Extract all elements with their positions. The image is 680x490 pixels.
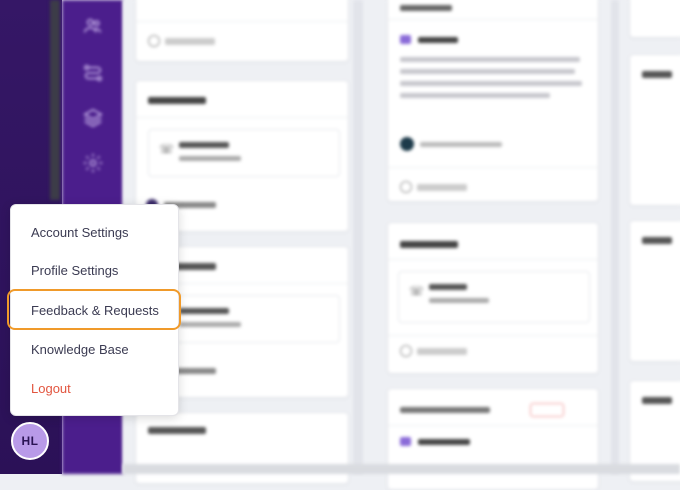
column-divider (611, 0, 619, 474)
conversation-board: ☏ ☏ (123, 0, 680, 490)
gear-icon[interactable] (80, 150, 106, 176)
account-settings-item[interactable]: Account Settings (31, 225, 129, 240)
conversation-card[interactable] (629, 54, 680, 206)
conversation-card[interactable] (629, 220, 680, 362)
conversation-card[interactable] (387, 388, 599, 490)
conversation-card[interactable] (387, 0, 599, 202)
logout-item[interactable]: Logout (31, 381, 71, 396)
knowledge-base-item[interactable]: Knowledge Base (31, 342, 129, 357)
layers-icon[interactable] (80, 105, 106, 131)
column-divider (353, 0, 363, 474)
avatar[interactable]: HL (11, 422, 49, 460)
horizontal-scrollbar[interactable] (123, 464, 680, 474)
feedback-highlight-outline (7, 289, 181, 330)
profile-settings-item[interactable]: Profile Settings (31, 263, 118, 278)
conversation-card[interactable]: ☏ (387, 222, 599, 374)
conversation-card[interactable] (135, 0, 349, 62)
people-icon[interactable] (80, 13, 106, 39)
conversation-card[interactable] (629, 0, 680, 38)
rail-edge (50, 0, 60, 200)
workflow-icon[interactable] (80, 60, 106, 86)
